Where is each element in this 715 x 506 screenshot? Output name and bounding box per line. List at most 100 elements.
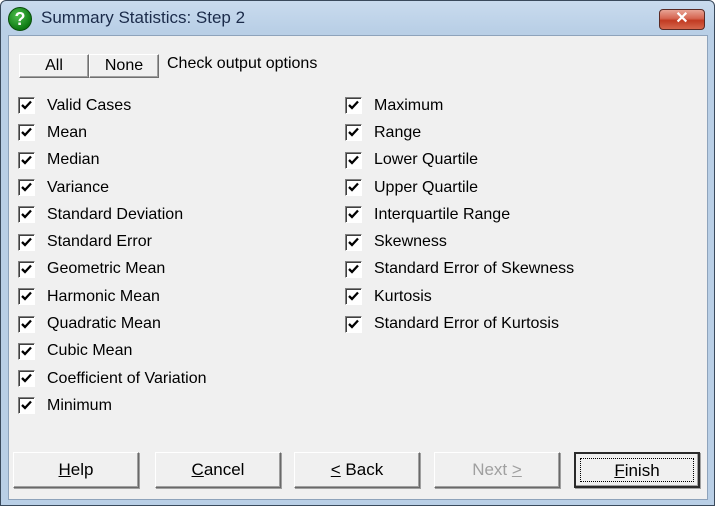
option-checkbox[interactable] (345, 288, 362, 306)
dialog-content: All None Check output options Valid Case… (8, 35, 708, 500)
option-label: Coefficient of Variation (47, 369, 207, 387)
option-row[interactable]: Coefficient of Variation (18, 365, 207, 392)
option-label: Skewness (374, 233, 447, 251)
option-checkbox[interactable] (345, 124, 362, 142)
option-row[interactable]: Lower Quartile (345, 147, 574, 174)
finish-button[interactable]: Finish (574, 452, 700, 488)
option-row[interactable]: Standard Error (18, 228, 207, 255)
close-icon: ✕ (675, 10, 689, 27)
window-title: Summary Statistics: Step 2 (41, 8, 246, 27)
option-checkbox[interactable] (18, 179, 35, 197)
option-row[interactable]: Median (18, 147, 207, 174)
option-checkbox[interactable] (18, 397, 35, 415)
checkmark-icon (21, 264, 32, 274)
option-label: Harmonic Mean (47, 287, 160, 305)
help-accel: H (58, 460, 71, 479)
option-row[interactable]: Variance (18, 174, 207, 201)
option-row[interactable]: Range (345, 119, 574, 146)
close-button[interactable]: ✕ (659, 9, 705, 30)
select-none-button[interactable]: None (89, 54, 159, 78)
option-label: Standard Error (47, 233, 152, 251)
option-checkbox[interactable] (18, 342, 35, 360)
option-row[interactable]: Geometric Mean (18, 256, 207, 283)
cancel-button[interactable]: Cancel (155, 452, 281, 488)
help-button[interactable]: Help (13, 452, 139, 488)
next-label: Next (472, 460, 512, 479)
checkmark-icon (21, 237, 32, 247)
checkmark-icon (21, 346, 32, 356)
back-label: Back (340, 460, 384, 479)
checkmark-icon (21, 210, 32, 219)
instruction-label: Check output options (167, 55, 318, 72)
back-accel: < (330, 460, 341, 479)
option-row[interactable]: Maximum (345, 92, 574, 119)
back-button[interactable]: < Back (294, 452, 420, 488)
checkmark-icon (21, 319, 32, 329)
option-checkbox[interactable] (345, 315, 362, 333)
option-label: Variance (47, 178, 109, 196)
option-row[interactable]: Cubic Mean (18, 338, 207, 365)
option-label: Mean (47, 123, 88, 141)
option-label: Minimum (47, 396, 112, 414)
option-row[interactable]: Valid Cases (18, 92, 207, 119)
option-checkbox[interactable] (18, 233, 35, 251)
option-row[interactable]: Harmonic Mean (18, 283, 207, 310)
checkmark-icon (348, 319, 359, 329)
option-label: Quadratic Mean (47, 315, 161, 333)
checkmark-icon (21, 128, 32, 138)
option-label: Median (47, 151, 100, 169)
checkmark-icon (21, 401, 32, 411)
option-label: Maximum (374, 96, 444, 114)
option-label: Standard Error of Kurtosis (374, 315, 559, 333)
option-row[interactable]: Kurtosis (345, 283, 574, 310)
checkmark-icon (348, 264, 359, 274)
checkmark-icon (21, 100, 32, 110)
option-label: Upper Quartile (374, 178, 479, 196)
option-row[interactable]: Mean (18, 119, 207, 146)
checkmark-icon (348, 128, 359, 138)
option-label: Kurtosis (374, 287, 432, 305)
next-accel: > (511, 460, 522, 479)
cancel-label: ancel (203, 460, 245, 479)
option-checkbox[interactable] (18, 288, 35, 306)
option-checkbox[interactable] (345, 151, 362, 169)
option-label: Range (374, 123, 422, 141)
option-checkbox[interactable] (18, 124, 35, 142)
option-label: Standard Deviation (47, 205, 184, 223)
option-row[interactable]: Upper Quartile (345, 174, 574, 201)
checkmark-icon (348, 100, 359, 110)
option-checkbox[interactable] (18, 151, 35, 169)
option-row[interactable]: Standard Deviation (18, 201, 207, 228)
cancel-accel: C (191, 460, 204, 479)
option-row[interactable]: Standard Error of Kurtosis (345, 310, 574, 337)
option-row[interactable]: Quadratic Mean (18, 310, 207, 337)
options-left-column: Valid Cases Mean Median Variance Standard De… (18, 92, 207, 420)
option-label: Lower Quartile (374, 151, 479, 169)
option-checkbox[interactable] (345, 97, 362, 115)
option-label: Standard Error of Skewness (374, 260, 575, 278)
option-row[interactable]: Interquartile Range (345, 201, 574, 228)
help-question-icon: ? (8, 7, 32, 31)
option-checkbox[interactable] (345, 179, 362, 197)
select-all-button[interactable]: All (19, 54, 89, 78)
option-row[interactable]: Minimum (18, 392, 207, 419)
option-checkbox[interactable] (18, 260, 35, 278)
focus-rectangle (580, 458, 694, 482)
checkmark-icon (348, 155, 359, 165)
title-bar[interactable]: ? Summary Statistics: Step 2 ✕ (1, 1, 714, 35)
option-checkbox[interactable] (345, 260, 362, 278)
option-checkbox[interactable] (345, 233, 362, 251)
option-row[interactable]: Standard Error of Skewness (345, 256, 574, 283)
option-checkbox[interactable] (18, 315, 35, 333)
next-button[interactable]: Next > (434, 452, 560, 488)
checkmark-icon (21, 291, 32, 301)
checkmark-icon (21, 182, 32, 192)
option-checkbox[interactable] (345, 206, 362, 224)
checkmark-icon (348, 182, 359, 192)
option-checkbox[interactable] (18, 206, 35, 224)
option-label: Cubic Mean (47, 342, 133, 360)
option-checkbox[interactable] (18, 97, 35, 115)
option-checkbox[interactable] (18, 370, 35, 388)
options-right-column: Maximum Range Lower Quartile Upper Quartile… (345, 92, 574, 338)
option-row[interactable]: Skewness (345, 228, 574, 255)
